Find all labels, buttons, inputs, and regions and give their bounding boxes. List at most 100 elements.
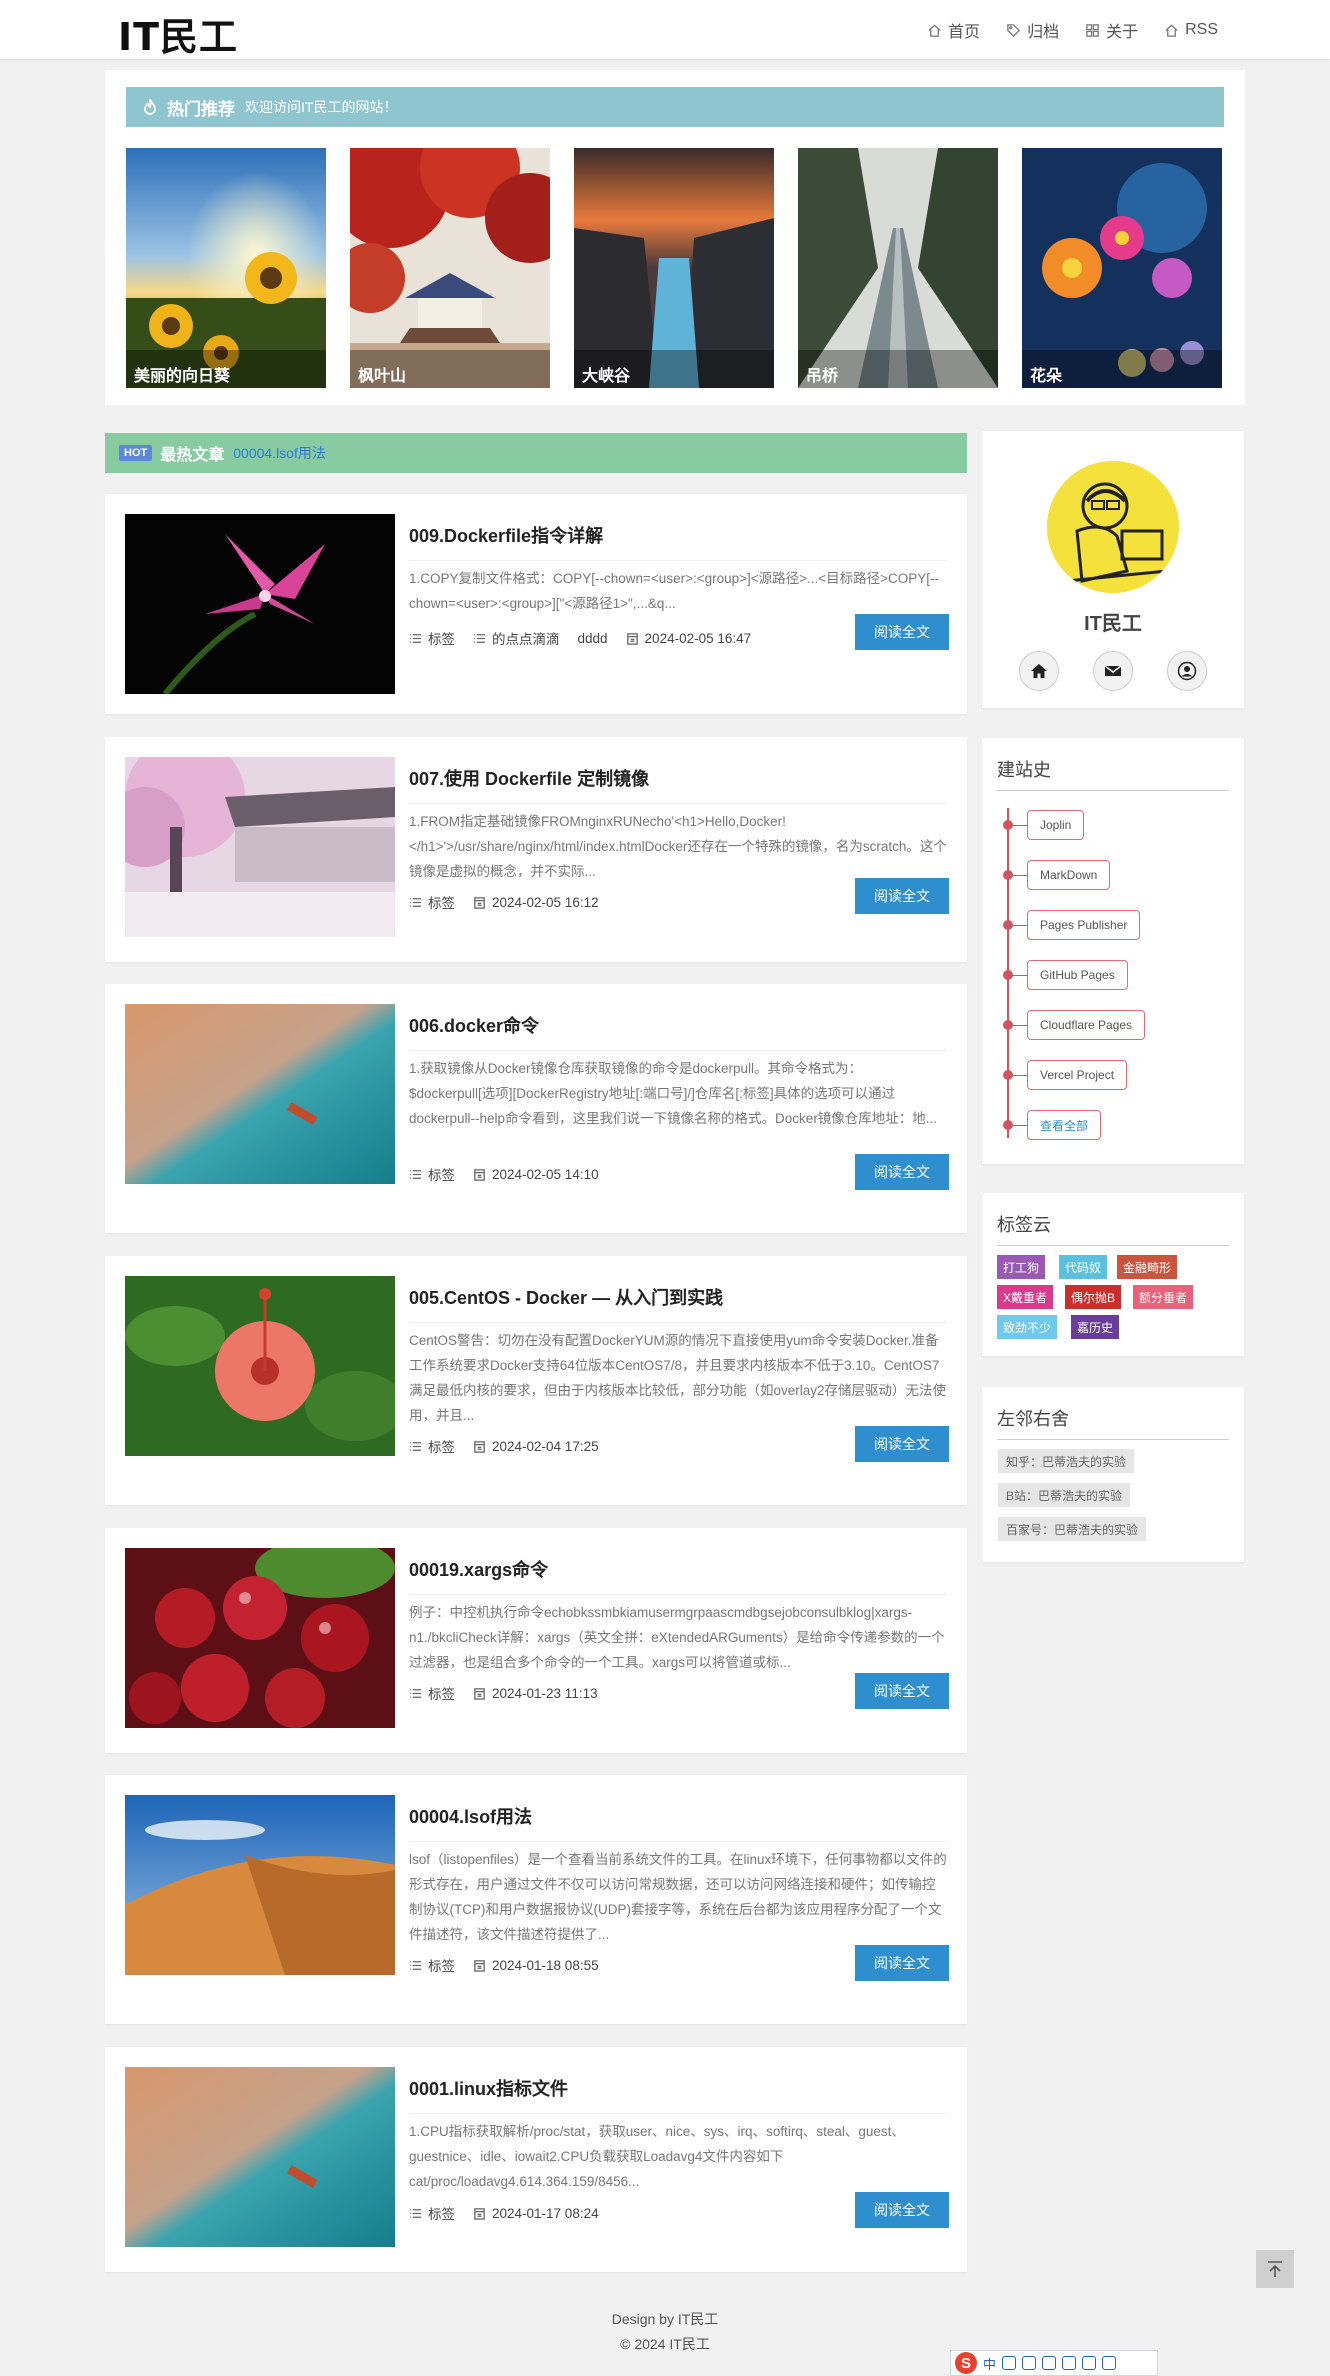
fire-icon bbox=[144, 98, 156, 115]
featured-card-canyon[interactable]: 大峡谷 bbox=[574, 148, 774, 388]
timeline-item[interactable]: MarkDown bbox=[1007, 860, 1111, 890]
tag-item[interactable]: 代码奴 bbox=[1059, 1255, 1108, 1279]
list-icon bbox=[409, 1169, 422, 1179]
article-thumbnail[interactable] bbox=[125, 2067, 395, 2247]
tag-item[interactable]: X戴重者 bbox=[997, 1285, 1054, 1309]
article-thumbnail[interactable] bbox=[125, 1276, 395, 1456]
tools-icon[interactable] bbox=[1102, 2356, 1117, 2370]
profile-card: IT民工 bbox=[982, 431, 1244, 708]
featured-section: 热门推荐 欢迎访问IT民工的网站！ 美丽的向日葵 枫叶山 大峡谷 吊桥 花朵 bbox=[105, 70, 1245, 405]
article-title[interactable]: 006.docker命令 bbox=[409, 1012, 947, 1051]
site-history-panel: 建站史 Joplin MarkDown Pages Publisher GitH… bbox=[982, 738, 1244, 1164]
read-more-button[interactable]: 阅读全文 bbox=[855, 614, 949, 650]
article-title[interactable]: 007.使用 Dockerfile 定制镜像 bbox=[409, 765, 947, 804]
profile-name: IT民工 bbox=[1084, 613, 1142, 635]
list-icon bbox=[409, 1960, 422, 1970]
tag-item[interactable]: 嘉历史 bbox=[1071, 1315, 1120, 1339]
article-title[interactable]: 00019.xargs命令 bbox=[409, 1556, 947, 1595]
meta-tag[interactable]: 标签 bbox=[409, 628, 455, 648]
friend-link[interactable]: B站：巴蒂浩夫的实验 bbox=[998, 1483, 1131, 1507]
ime-logo[interactable]: S bbox=[955, 2352, 977, 2374]
article-card: 005.CentOS - Docker — 从入门到实践 CentOS警告：切勿… bbox=[105, 1256, 967, 1505]
article-title[interactable]: 005.CentOS - Docker — 从入门到实践 bbox=[409, 1284, 947, 1323]
read-more-button[interactable]: 阅读全文 bbox=[855, 878, 949, 914]
tag-cloud-panel: 标签云 打工狗 代码奴 金融畸形 X戴重者 偶尔抛B 额分垂者 致劲不少 嘉历史 bbox=[982, 1193, 1244, 1356]
tag-item[interactable]: 金融畸形 bbox=[1117, 1255, 1178, 1279]
hot-article-link[interactable]: 00004.lsof用法 bbox=[233, 443, 326, 463]
featured-caption: 吊桥 bbox=[798, 350, 998, 388]
punctuation-icon[interactable] bbox=[1002, 2356, 1017, 2370]
ime-mode[interactable]: 中 bbox=[983, 2354, 996, 2373]
tag-item[interactable]: 打工狗 bbox=[997, 1255, 1046, 1279]
footer-design-credit: Design by IT民工 bbox=[611, 2311, 719, 2327]
article-meta: 标签 2024-02-04 17:25 bbox=[409, 1436, 609, 1456]
timeline-item[interactable]: Cloudflare Pages bbox=[1007, 1010, 1146, 1040]
article-thumbnail[interactable] bbox=[125, 1795, 395, 1975]
tag-item[interactable]: 致劲不少 bbox=[997, 1315, 1058, 1339]
tag-item[interactable]: 偶尔抛B bbox=[1065, 1285, 1122, 1309]
avatar bbox=[1047, 461, 1179, 593]
nav-rss[interactable]: RSS bbox=[1164, 18, 1218, 42]
rss-home-icon bbox=[1165, 23, 1178, 37]
meta-extra: dddd bbox=[577, 630, 608, 646]
read-more-button[interactable]: 阅读全文 bbox=[855, 1945, 949, 1981]
list-icon bbox=[473, 633, 486, 643]
skin-icon[interactable] bbox=[1082, 2356, 1097, 2370]
read-more-button[interactable]: 阅读全文 bbox=[855, 1673, 949, 1709]
read-more-button[interactable]: 阅读全文 bbox=[855, 1154, 949, 1190]
history-title: 建站史 bbox=[997, 756, 1229, 791]
friend-link[interactable]: 知乎：巴蒂浩夫的实验 bbox=[998, 1449, 1135, 1473]
meta-tag[interactable]: 标签 bbox=[409, 892, 455, 912]
article-title[interactable]: 009.Dockerfile指令详解 bbox=[409, 522, 947, 561]
read-more-button[interactable]: 阅读全文 bbox=[855, 2192, 949, 2228]
back-to-top-button[interactable] bbox=[1256, 2250, 1294, 2288]
article-excerpt: 1.CPU指标获取解析/proc/stat，获取user、nice、sys、ir… bbox=[409, 2124, 905, 2189]
meta-tag[interactable]: 标签 bbox=[409, 2203, 455, 2223]
article-meta: 标签 2024-02-05 16:12 bbox=[409, 892, 609, 912]
timeline-item[interactable]: Pages Publisher bbox=[1007, 910, 1141, 940]
profile-home-button[interactable] bbox=[1019, 651, 1059, 691]
timeline-item[interactable]: Joplin bbox=[1007, 810, 1085, 840]
site-logo[interactable]: IT民工 bbox=[118, 6, 238, 61]
view-all-link[interactable]: 查看全部 bbox=[1007, 1110, 1102, 1140]
featured-card-sunflower[interactable]: 美丽的向日葵 bbox=[126, 148, 326, 388]
calendar-icon bbox=[626, 632, 638, 645]
friend-link[interactable]: 百家号：巴蒂浩夫的实验 bbox=[998, 1517, 1147, 1541]
meta-tag[interactable]: 标签 bbox=[409, 1436, 455, 1456]
emoji-icon[interactable] bbox=[1022, 2356, 1037, 2370]
article-meta: 标签 2024-02-05 14:10 bbox=[409, 1164, 609, 1184]
featured-caption: 枫叶山 bbox=[350, 350, 550, 388]
nav-archive[interactable]: 归档 bbox=[1006, 18, 1059, 42]
keyboard-icon[interactable] bbox=[1062, 2356, 1077, 2370]
calendar-icon bbox=[474, 1687, 485, 1700]
featured-card-bridge[interactable]: 吊桥 bbox=[798, 148, 998, 388]
timeline-item[interactable]: Vercel Project bbox=[1007, 1060, 1128, 1090]
calendar-icon bbox=[474, 1168, 485, 1181]
read-more-button[interactable]: 阅读全文 bbox=[855, 1426, 949, 1462]
article-thumbnail[interactable] bbox=[125, 757, 395, 937]
meta-tag[interactable]: 标签 bbox=[409, 1164, 455, 1184]
article-title[interactable]: 00004.lsof用法 bbox=[409, 1803, 947, 1842]
lily-image bbox=[125, 514, 395, 694]
tagcloud-title: 标签云 bbox=[997, 1211, 1229, 1246]
meta-tag[interactable]: 标签 bbox=[409, 1955, 455, 1975]
article-thumbnail[interactable] bbox=[125, 1548, 395, 1728]
featured-card-flowers[interactable]: 花朵 bbox=[1022, 148, 1222, 388]
tag-item[interactable]: 额分垂者 bbox=[1133, 1285, 1194, 1309]
profile-mail-button[interactable] bbox=[1093, 651, 1133, 691]
meta-category[interactable]: 的点点滴滴 bbox=[473, 628, 560, 648]
nav-home[interactable]: 首页 bbox=[927, 18, 980, 42]
profile-user-button[interactable] bbox=[1167, 651, 1207, 691]
timeline-item[interactable]: GitHub Pages bbox=[1008, 960, 1128, 990]
list-icon bbox=[409, 1688, 422, 1698]
article-thumbnail[interactable] bbox=[125, 1004, 395, 1184]
article-title[interactable]: 0001.linux指标文件 bbox=[409, 2075, 947, 2114]
meta-date: 2024-02-04 17:25 bbox=[473, 1439, 599, 1454]
meta-tag[interactable]: 标签 bbox=[409, 1683, 455, 1703]
featured-card-maple[interactable]: 枫叶山 bbox=[350, 148, 550, 388]
microphone-icon[interactable] bbox=[1042, 2356, 1057, 2370]
nav-about[interactable]: 关于 bbox=[1085, 18, 1138, 42]
article-card: 006.docker命令 1.获取镜像从Docker镜像仓库获取镜像的命令是do… bbox=[105, 984, 967, 1233]
hot-badge: HOT bbox=[119, 445, 153, 461]
article-thumbnail[interactable] bbox=[125, 514, 395, 694]
